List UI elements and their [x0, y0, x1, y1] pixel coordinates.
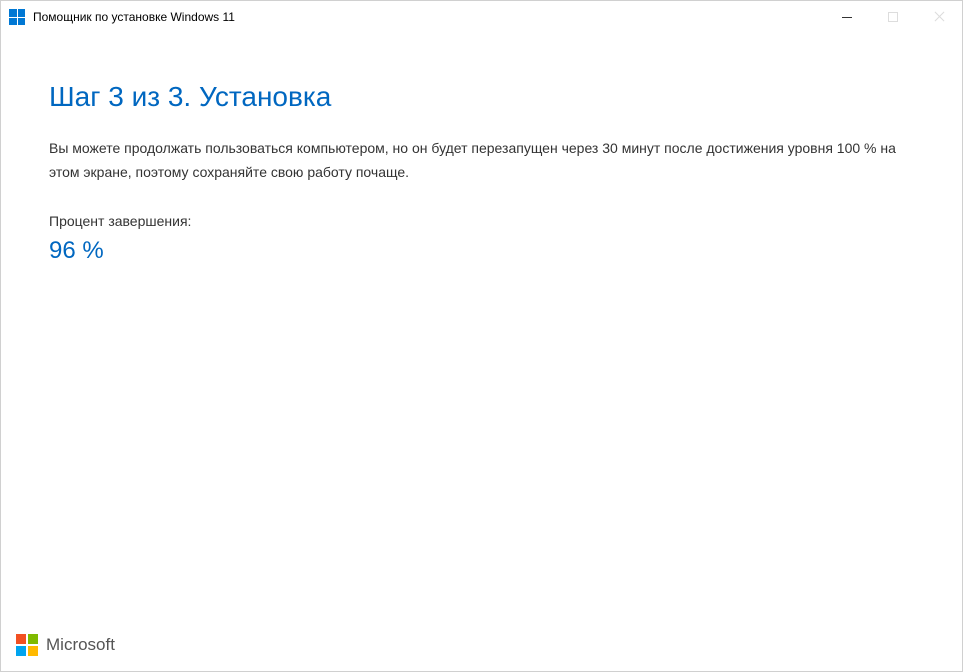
- microsoft-brand-text: Microsoft: [46, 635, 115, 655]
- microsoft-logo-icon: [16, 634, 38, 656]
- minimize-icon: [842, 17, 852, 18]
- step-heading: Шаг 3 из 3. Установка: [49, 81, 914, 113]
- content-area: Шаг 3 из 3. Установка Вы можете продолжа…: [1, 33, 962, 265]
- close-button: [916, 1, 962, 33]
- maximize-button: [870, 1, 916, 33]
- description-text: Вы можете продолжать пользоваться компью…: [49, 137, 914, 185]
- windows-icon: [9, 9, 25, 25]
- progress-label: Процент завершения:: [49, 213, 914, 229]
- progress-value: 96 %: [49, 237, 914, 265]
- window-controls: [824, 1, 962, 33]
- maximize-icon: [888, 12, 898, 22]
- titlebar: Помощник по установке Windows 11: [1, 1, 962, 33]
- minimize-button[interactable]: [824, 1, 870, 33]
- window-title: Помощник по установке Windows 11: [33, 10, 824, 24]
- footer: Microsoft: [16, 634, 115, 656]
- close-icon: [934, 12, 944, 22]
